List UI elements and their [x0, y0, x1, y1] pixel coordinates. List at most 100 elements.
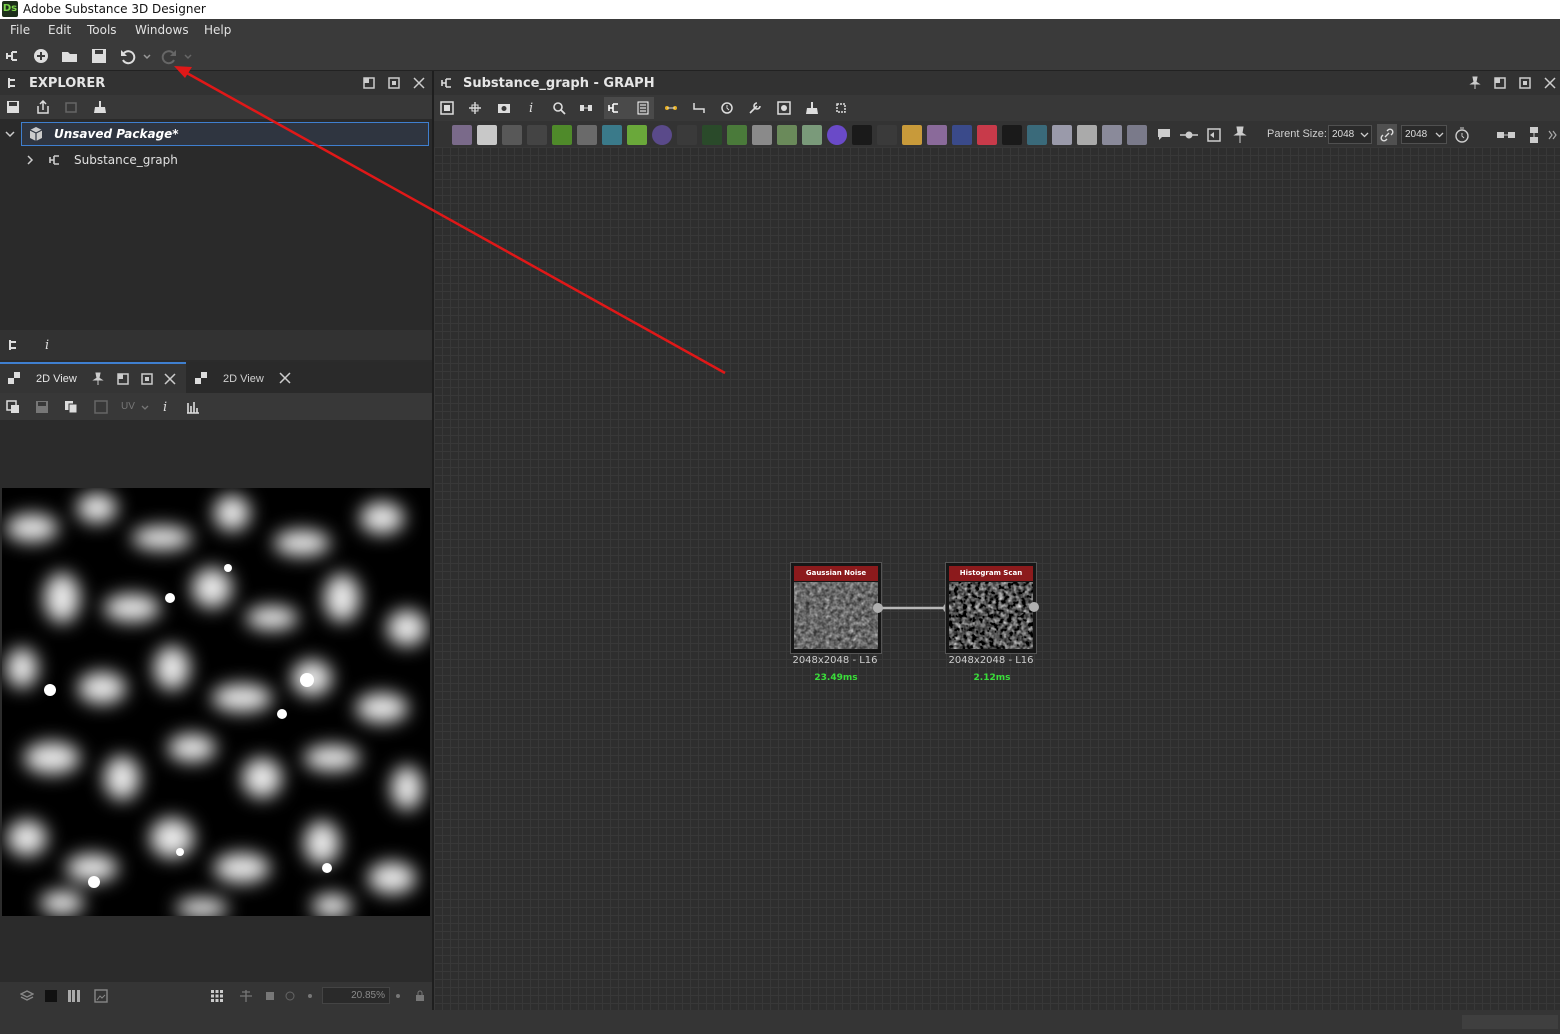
- pin-icon[interactable]: [91, 372, 105, 386]
- float-tab-icon[interactable]: [116, 372, 130, 386]
- normal-node-icon[interactable]: [702, 125, 722, 145]
- align-vertical-icon[interactable]: [1526, 126, 1542, 144]
- histogram-node-icon[interactable]: [802, 125, 822, 145]
- graph-close-icon[interactable]: [1543, 76, 1557, 90]
- menu-tools[interactable]: Tools: [87, 23, 117, 37]
- noise-preview-image[interactable]: [2, 488, 430, 916]
- close-panel-icon[interactable]: [412, 76, 426, 90]
- distance-node-icon[interactable]: [752, 125, 772, 145]
- export-image-icon[interactable]: [6, 400, 20, 414]
- output-node-icon[interactable]: [1027, 125, 1047, 145]
- view-2d-toggle-icon[interactable]: [777, 101, 791, 115]
- fx-map-icon[interactable]: [877, 125, 897, 145]
- info-tab-icon[interactable]: i: [41, 337, 55, 351]
- shape-node-icon[interactable]: [652, 125, 672, 145]
- undo-icon[interactable]: [119, 47, 137, 65]
- tile-sampler-icon[interactable]: [677, 125, 697, 145]
- close-second-tab-icon[interactable]: [278, 371, 292, 385]
- reload-icon[interactable]: [64, 100, 78, 114]
- mirror-node-icon[interactable]: [902, 125, 922, 145]
- node-histogram-scan[interactable]: Histogram Scan: [945, 562, 1037, 654]
- expand-chevron-icon[interactable]: [25, 155, 35, 165]
- compact-view-icon[interactable]: [636, 101, 650, 115]
- save-all-icon[interactable]: [90, 47, 108, 65]
- comment-icon[interactable]: [1156, 127, 1172, 143]
- tiling-icon[interactable]: [94, 400, 108, 414]
- graph-pin-icon[interactable]: [1468, 76, 1482, 90]
- new-graph-icon[interactable]: [4, 47, 22, 65]
- menu-file[interactable]: File: [10, 23, 30, 37]
- link-size-toggle[interactable]: [1377, 124, 1397, 145]
- graph-maximize-icon[interactable]: [1518, 76, 1532, 90]
- redo-icon[interactable]: [160, 47, 178, 65]
- parent-size-select[interactable]: 2048: [1328, 125, 1372, 144]
- align-horizontal-icon[interactable]: [1496, 127, 1516, 143]
- save-image-icon[interactable]: [35, 400, 49, 414]
- menu-edit[interactable]: Edit: [48, 23, 71, 37]
- screenshot-icon[interactable]: [497, 101, 511, 115]
- gradient-map-icon[interactable]: [627, 125, 647, 145]
- zoom-out-dot-icon[interactable]: [306, 989, 314, 1003]
- fit-icon[interactable]: [263, 989, 277, 1003]
- value-node-icon[interactable]: [1077, 125, 1097, 145]
- close-tab-icon[interactable]: [163, 372, 177, 386]
- uniform-color-icon[interactable]: [477, 125, 497, 145]
- graph-info-icon[interactable]: i: [526, 100, 540, 114]
- frame-node-icon[interactable]: [1127, 125, 1147, 145]
- new-package-icon[interactable]: [32, 47, 50, 65]
- uv-toggle[interactable]: UV: [121, 401, 135, 412]
- redo-dropdown-icon[interactable]: [183, 47, 193, 65]
- uv-dropdown-icon[interactable]: [141, 400, 149, 414]
- graph-float-icon[interactable]: [1493, 76, 1507, 90]
- float-panel-icon[interactable]: [362, 76, 376, 90]
- pin-node-icon[interactable]: [1232, 126, 1248, 144]
- center-icon[interactable]: [283, 989, 297, 1003]
- search-icon[interactable]: [552, 101, 566, 115]
- orthogonal-link-icon[interactable]: [692, 101, 706, 115]
- warp-node-icon[interactable]: [727, 125, 747, 145]
- svg-node-icon[interactable]: [502, 125, 522, 145]
- node-view-icon[interactable]: [608, 101, 622, 115]
- explorer-tab-icon[interactable]: [8, 338, 22, 352]
- histogram-icon[interactable]: [186, 400, 200, 414]
- bitmap-node-icon[interactable]: [452, 125, 472, 145]
- link-style-icon[interactable]: [664, 101, 678, 115]
- save-icon[interactable]: [6, 100, 20, 114]
- tab-2d-view-active[interactable]: 2D View: [0, 362, 186, 393]
- input-node-icon[interactable]: [1052, 125, 1072, 145]
- tile-icon[interactable]: [239, 989, 253, 1003]
- zoom-field[interactable]: 20.85%: [322, 987, 390, 1004]
- zoom-in-dot-icon[interactable]: [394, 989, 402, 1003]
- function-node-icon[interactable]: [1102, 125, 1122, 145]
- more-toolbar-icon[interactable]: [1548, 128, 1558, 142]
- dot-node-icon[interactable]: [1179, 127, 1199, 143]
- open-folder-icon[interactable]: [61, 47, 79, 65]
- tools-icon[interactable]: [748, 101, 762, 115]
- copy-image-icon[interactable]: [64, 400, 78, 414]
- image-mode-icon[interactable]: [94, 989, 108, 1003]
- layers-icon[interactable]: [20, 989, 34, 1003]
- switch-node-icon[interactable]: [1206, 127, 1222, 143]
- size-select[interactable]: 2048: [1401, 125, 1447, 144]
- transform-node-icon[interactable]: [602, 125, 622, 145]
- crop-icon[interactable]: [834, 101, 848, 115]
- tab-2d-view-second-label[interactable]: 2D View: [223, 373, 264, 385]
- pixel-processor-icon[interactable]: [1002, 125, 1022, 145]
- reset-size-icon[interactable]: [1454, 127, 1470, 143]
- curve-node-icon[interactable]: [552, 125, 572, 145]
- frame-all-icon[interactable]: [440, 101, 454, 115]
- lock-icon[interactable]: [413, 989, 427, 1003]
- undo-dropdown-icon[interactable]: [142, 47, 152, 65]
- selection-node-icon[interactable]: [952, 125, 972, 145]
- channels-icon[interactable]: [67, 989, 81, 1003]
- noise-node-icon[interactable]: [852, 125, 872, 145]
- fill-node-icon[interactable]: [977, 125, 997, 145]
- blend-node-icon[interactable]: [527, 125, 547, 145]
- collapse-chevron-icon[interactable]: [5, 129, 15, 139]
- clean-icon[interactable]: [93, 100, 107, 114]
- clean-graph-icon[interactable]: [805, 101, 819, 115]
- grid-icon[interactable]: [210, 989, 224, 1003]
- menu-help[interactable]: Help: [204, 23, 231, 37]
- levels-node-icon[interactable]: [577, 125, 597, 145]
- blur-node-icon[interactable]: [777, 125, 797, 145]
